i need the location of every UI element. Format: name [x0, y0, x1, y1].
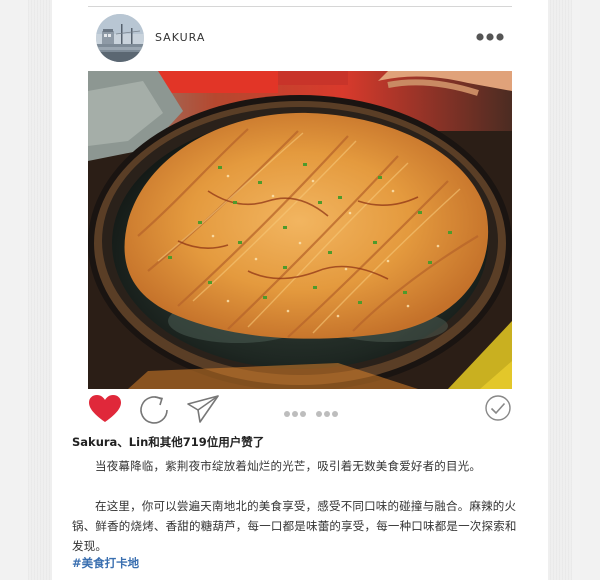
top-divider: [88, 6, 512, 7]
caption-paragraph-2: 在这里，你可以尝遍天南地北的美食享受，感受不同口味的碰撞与融合。麻辣的火锅、鲜香…: [72, 499, 517, 553]
food-photo-griddle-pancake: [88, 71, 512, 389]
heart-icon[interactable]: [88, 394, 122, 428]
post-photo[interactable]: [88, 71, 512, 389]
likes-summary[interactable]: Sakura、Lin和其他719位用户赞了: [72, 434, 264, 450]
carousel-dots-icon: [283, 404, 343, 423]
post-card: SAKURA Sakura、Lin和其他719位用户赞了 当夜幕降临，紫荆夜市绽…: [52, 0, 548, 580]
username[interactable]: SAKURA: [155, 31, 205, 44]
caption-paragraph-1: 当夜幕降临，紫荆夜市绽放着灿烂的光芒，吸引着无数美食爱好者的目光。: [95, 459, 482, 473]
refresh-share-icon[interactable]: [136, 394, 172, 430]
paper-plane-icon[interactable]: [186, 394, 220, 428]
action-bar: [88, 392, 512, 428]
avatar-image: [96, 14, 144, 62]
post-header: SAKURA: [88, 13, 512, 63]
more-dots-icon[interactable]: [476, 29, 504, 45]
avatar[interactable]: [96, 14, 144, 62]
hashtag-link[interactable]: #美食打卡地: [72, 555, 139, 571]
check-circle-icon[interactable]: [484, 394, 512, 426]
